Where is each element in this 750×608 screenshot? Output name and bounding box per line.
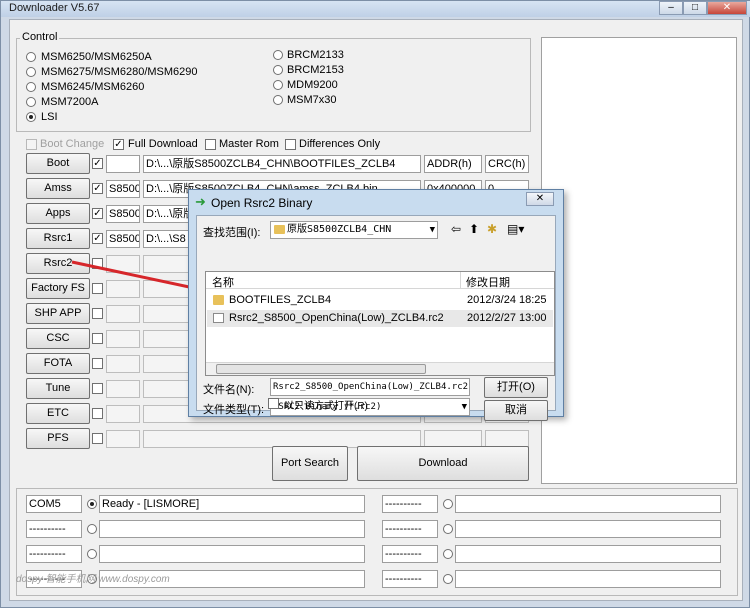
scrollbar-thumb[interactable] [216, 364, 426, 374]
file-date: 2012/3/24 18:25 [467, 294, 547, 306]
new-folder-icon[interactable]: ✱ [487, 222, 497, 236]
filename-label: 文件名(N): [203, 384, 255, 396]
open-file-dialog: ➜ Open Rsrc2 Binary ✕ 查找范围(I): 原版S8500ZC… [188, 189, 564, 421]
readonly-checkbox[interactable] [268, 398, 279, 409]
chevron-down-icon: ▼ [429, 225, 435, 235]
dialog-title: Open Rsrc2 Binary [211, 196, 313, 210]
folder-icon [274, 225, 285, 234]
look-in-label: 查找范围(I): [203, 227, 261, 239]
readonly-label: 以只读方式打开(R) [284, 401, 368, 412]
file-name: Rsrc2_S8500_OpenChina(Low)_ZCLB4.rc2 [229, 312, 444, 324]
cancel-button[interactable]: 取消 [484, 400, 548, 421]
list-item[interactable]: BOOTFILES_ZCLB4 2012/3/24 18:25 [207, 292, 553, 309]
col-date-header[interactable]: 修改日期 [466, 274, 510, 290]
list-item[interactable]: Rsrc2_S8500_OpenChina(Low)_ZCLB4.rc2 2012… [207, 310, 553, 327]
horizontal-scrollbar[interactable] [206, 362, 554, 375]
filetype-label: 文件类型(T): [203, 404, 265, 416]
list-header: 名称 修改日期 [206, 272, 554, 289]
file-name: BOOTFILES_ZCLB4 [229, 294, 332, 306]
chevron-down-icon: ▼ [461, 402, 467, 412]
look-in-select[interactable]: 原版S8500ZCLB4_CHN ▼ [270, 221, 438, 239]
file-date: 2012/2/27 13:00 [467, 312, 547, 324]
open-button[interactable]: 打开(O) [484, 377, 548, 398]
up-folder-icon[interactable]: ⬆ [469, 222, 479, 236]
view-menu-icon[interactable]: ▤▾ [507, 222, 524, 236]
look-in-value: 原版S8500ZCLB4_CHN [287, 224, 392, 235]
dialog-body: 查找范围(I): 原版S8500ZCLB4_CHN ▼ ⇦ ⬆ ✱ ▤▾ 名称 … [196, 215, 556, 421]
file-icon [213, 313, 224, 323]
back-icon[interactable]: ⇦ [451, 222, 461, 236]
file-list: 名称 修改日期 BOOTFILES_ZCLB4 2012/3/24 18:25 Rs… [205, 271, 555, 376]
filename-input[interactable]: Rsrc2_S8500_OpenChina(Low)_ZCLB4.rc2 [270, 378, 470, 396]
header-divider [460, 272, 461, 289]
folder-icon [213, 295, 224, 305]
col-name-header[interactable]: 名称 [212, 274, 234, 290]
back-arrow-icon: ➜ [195, 194, 206, 209]
dialog-close-button[interactable]: ✕ [526, 192, 554, 206]
